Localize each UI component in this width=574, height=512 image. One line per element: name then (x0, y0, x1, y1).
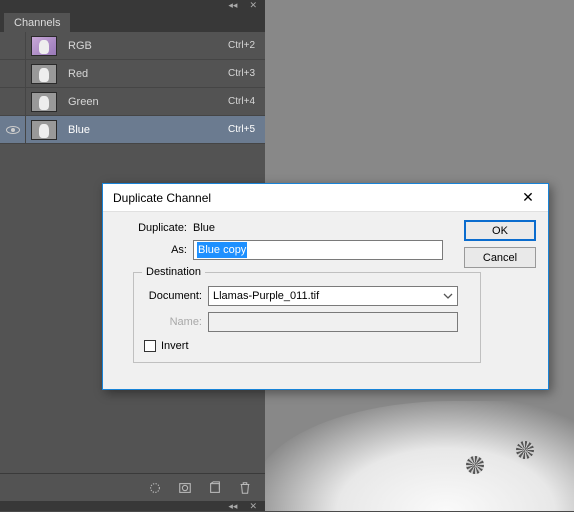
cancel-button[interactable]: Cancel (464, 247, 536, 268)
channel-thumbnail (31, 64, 57, 84)
invert-checkbox[interactable] (144, 340, 156, 352)
document-image (254, 401, 574, 511)
panel-tabbar: Channels (0, 10, 265, 32)
channel-name: Red (62, 68, 205, 80)
selection-to-channel-icon[interactable] (147, 480, 163, 496)
new-channel-icon[interactable] (207, 480, 223, 496)
document-label: Document: (142, 290, 208, 302)
panel-window-controls-bottom: ◂◂ ✕ (0, 501, 265, 511)
channel-name: Blue (62, 124, 205, 136)
mask-from-channel-icon[interactable] (177, 480, 193, 496)
channel-shortcut: Ctrl+4 (205, 96, 265, 107)
close-icon[interactable]: ✕ (249, 501, 257, 512)
tab-channels[interactable]: Channels (4, 13, 70, 32)
channel-shortcut: Ctrl+5 (205, 124, 265, 135)
channel-name: RGB (62, 40, 205, 52)
duplicate-source-value: Blue (193, 222, 215, 234)
document-select-value: Llamas-Purple_011.tif (213, 290, 319, 302)
channel-thumbnail (31, 36, 57, 56)
as-input-value: Blue copy (197, 242, 247, 258)
visibility-toggle[interactable] (0, 60, 26, 87)
name-label: Name: (142, 316, 208, 328)
dialog-close-button[interactable]: ✕ (508, 184, 548, 212)
channel-row[interactable]: Blue Ctrl+5 (0, 116, 265, 144)
as-label: As: (115, 244, 193, 256)
duplicate-channel-dialog: Duplicate Channel ✕ OK Cancel Duplicate:… (102, 183, 549, 390)
ok-button[interactable]: OK (464, 220, 536, 241)
collapse-icon[interactable]: ◂◂ (228, 501, 237, 512)
name-input (208, 312, 458, 332)
channel-row[interactable]: RGB Ctrl+2 (0, 32, 265, 60)
collapse-icon[interactable]: ◂◂ (228, 0, 237, 11)
channel-shortcut: Ctrl+3 (205, 68, 265, 79)
as-input[interactable]: Blue copy (193, 240, 443, 260)
visibility-toggle[interactable] (0, 116, 26, 143)
duplicate-label: Duplicate: (115, 222, 193, 234)
destination-group: Destination Document: Llamas-Purple_011.… (133, 266, 481, 363)
channel-row[interactable]: Red Ctrl+3 (0, 60, 265, 88)
dialog-title: Duplicate Channel (113, 191, 508, 205)
document-select[interactable]: Llamas-Purple_011.tif (208, 286, 458, 306)
chevron-down-icon (439, 287, 457, 305)
channel-thumbnail (31, 92, 57, 112)
invert-label[interactable]: Invert (161, 340, 189, 352)
visibility-toggle[interactable] (0, 88, 26, 115)
channels-list: RGB Ctrl+2 Red Ctrl+3 Green Ctrl+4 Blue … (0, 32, 265, 144)
channel-shortcut: Ctrl+2 (205, 40, 265, 51)
delete-channel-icon[interactable] (237, 480, 253, 496)
eye-icon (6, 126, 20, 134)
panel-footer (0, 473, 265, 501)
dialog-titlebar[interactable]: Duplicate Channel ✕ (103, 184, 548, 212)
channel-thumbnail (31, 120, 57, 140)
destination-legend: Destination (142, 266, 205, 278)
channel-name: Green (62, 96, 205, 108)
channel-row[interactable]: Green Ctrl+4 (0, 88, 265, 116)
close-icon[interactable]: ✕ (249, 0, 257, 11)
panel-window-controls-top: ◂◂ ✕ (0, 0, 265, 10)
visibility-toggle[interactable] (0, 32, 26, 59)
